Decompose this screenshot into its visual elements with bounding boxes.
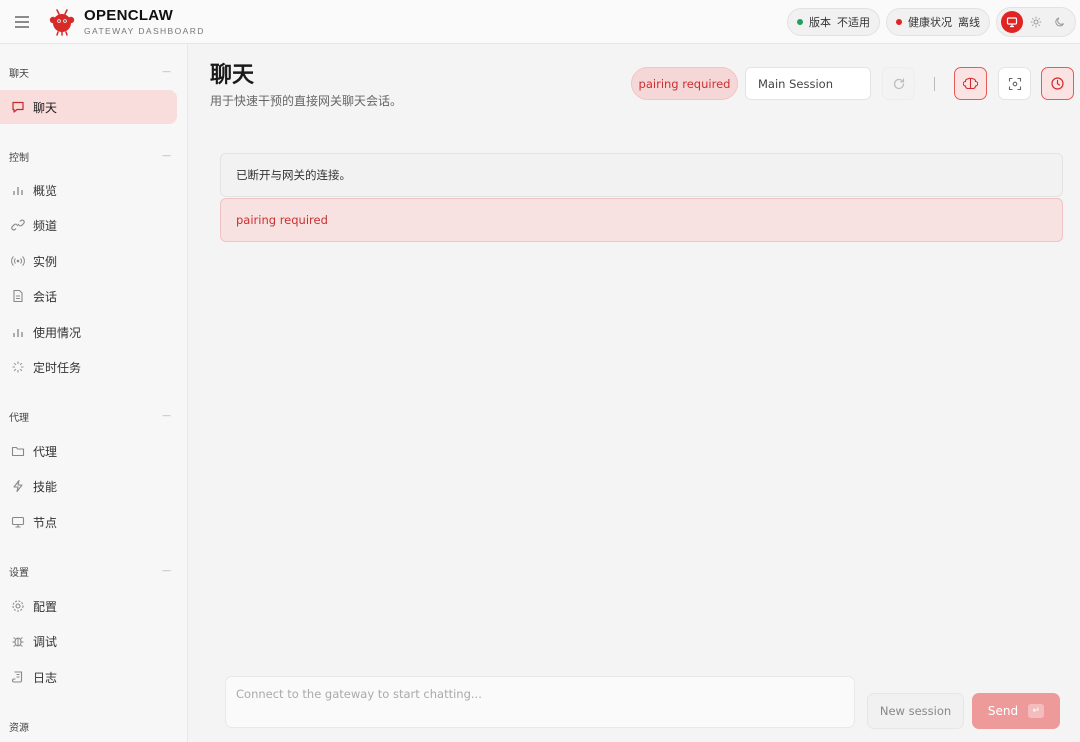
bug-icon — [10, 633, 26, 649]
sidebar: 聊天 — 聊天 控制 — 概览 频道 实例 会话 使用情况 定时任务 代理 — — [0, 44, 188, 742]
section-title: 设置 — [9, 567, 29, 579]
sidebar-section-chat[interactable]: 聊天 — — [9, 64, 171, 80]
bar-chart-icon — [10, 324, 26, 340]
health-value: 离线 — [958, 15, 980, 29]
clock-icon — [1051, 77, 1064, 90]
sidebar-item-label: 节点 — [33, 515, 58, 530]
focus-icon — [1008, 77, 1021, 90]
sidebar-item-label: 技能 — [33, 479, 58, 494]
collapse-icon: — — [162, 67, 171, 77]
new-session-button[interactable]: New session — [867, 693, 964, 729]
sidebar-item-instances[interactable]: 实例 — [0, 244, 177, 278]
version-value: 不适用 — [837, 15, 870, 29]
folder-icon — [10, 443, 26, 459]
sidebar-item-label: 使用情况 — [33, 325, 82, 340]
collapse-icon: — — [162, 411, 171, 421]
sidebar-item-usage[interactable]: 使用情况 — [0, 315, 177, 349]
version-label: 版本 — [809, 15, 831, 29]
page-subtitle: 用于快速干预的直接网关聊天会话。 — [210, 94, 403, 108]
error-message: pairing required — [220, 198, 1063, 242]
sidebar-section-resources[interactable]: 资源 — [9, 718, 171, 734]
scroll-icon — [10, 669, 26, 685]
sidebar-item-logs[interactable]: 日志 — [0, 660, 177, 694]
sidebar-item-cron[interactable]: 定时任务 — [0, 350, 177, 384]
focus-mode-button[interactable] — [998, 67, 1031, 100]
sidebar-item-nodes[interactable]: 节点 — [0, 505, 177, 539]
status-dot-error — [896, 18, 902, 25]
sidebar-item-agents[interactable]: 代理 — [0, 434, 177, 468]
message-input[interactable] — [226, 677, 854, 727]
section-title: 代理 — [9, 412, 29, 424]
collapse-icon: — — [162, 151, 171, 161]
section-title: 聊天 — [9, 68, 29, 80]
top-bar: OPENCLAW GATEWAY DASHBOARD 版本 不适用 健康状况 离… — [0, 0, 1080, 44]
hamburger-icon — [15, 15, 29, 28]
session-select[interactable]: Main Session — [745, 67, 871, 100]
chat-icon — [10, 99, 26, 115]
toolbar-divider — [934, 77, 935, 91]
monitor-icon — [10, 514, 26, 530]
theme-dark-button[interactable] — [1049, 11, 1071, 33]
sidebar-item-sessions[interactable]: 会话 — [0, 279, 177, 313]
theme-light-button[interactable] — [1025, 11, 1047, 33]
link-icon — [10, 217, 26, 233]
health-label: 健康状况 — [908, 15, 952, 29]
moon-icon — [1055, 17, 1064, 26]
sidebar-item-label: 频道 — [33, 218, 58, 233]
sidebar-section-control[interactable]: 控制 — — [9, 148, 171, 164]
menu-toggle-button[interactable] — [0, 0, 44, 44]
sun-icon — [1030, 16, 1042, 27]
sidebar-item-label: 配置 — [33, 599, 58, 614]
sidebar-section-settings[interactable]: 设置 — — [9, 563, 171, 579]
health-status-pill: 健康状况 离线 — [886, 7, 990, 36]
sidebar-item-label: 代理 — [33, 444, 58, 459]
loader-icon — [10, 359, 26, 375]
document-icon — [10, 288, 26, 304]
theme-switcher — [996, 6, 1076, 37]
lobster-logo-icon — [49, 8, 75, 36]
sidebar-item-debug[interactable]: 调试 — [0, 624, 177, 658]
monitor-icon — [1006, 16, 1018, 27]
brand-name: OPENCLAW — [84, 6, 174, 24]
sidebar-item-label: 聊天 — [33, 100, 58, 115]
sidebar-item-label: 日志 — [33, 670, 58, 685]
sidebar-section-agents[interactable]: 代理 — — [9, 408, 171, 424]
theme-system-button[interactable] — [1001, 10, 1023, 33]
disconnected-message: 已断开与网关的连接。 — [220, 153, 1063, 197]
sidebar-item-label: 定时任务 — [33, 360, 82, 375]
send-button[interactable]: Send ↵ — [972, 693, 1060, 729]
version-status-pill: 版本 不适用 — [787, 7, 880, 36]
thinking-toggle-button[interactable] — [954, 67, 987, 100]
enter-key-icon: ↵ — [1028, 704, 1045, 718]
message-composer — [225, 676, 855, 728]
sidebar-item-label: 概览 — [33, 183, 58, 198]
status-dot-ok — [797, 18, 803, 25]
sidebar-item-config[interactable]: 配置 — [0, 589, 177, 623]
bolt-icon — [10, 478, 26, 494]
sidebar-item-label: 实例 — [33, 254, 58, 269]
refresh-icon — [893, 77, 904, 89]
brand[interactable]: OPENCLAW GATEWAY DASHBOARD — [48, 8, 205, 36]
section-title: 资源 — [9, 722, 29, 734]
cron-toggle-button[interactable] — [1041, 67, 1074, 100]
gear-icon — [10, 598, 26, 614]
sidebar-item-label: 会话 — [33, 289, 58, 304]
sidebar-item-chat[interactable]: 聊天 — [0, 90, 177, 124]
page-title: 聊天 — [210, 63, 255, 88]
pairing-status-badge: pairing required — [631, 67, 738, 100]
bar-chart-icon — [10, 182, 26, 198]
refresh-button[interactable] — [882, 67, 915, 100]
sidebar-item-channels[interactable]: 频道 — [0, 208, 177, 242]
broadcast-icon — [10, 253, 26, 269]
send-label: Send — [987, 704, 1019, 718]
sidebar-item-overview[interactable]: 概览 — [0, 173, 177, 207]
sidebar-item-skills[interactable]: 技能 — [0, 469, 177, 503]
brain-icon — [963, 77, 978, 90]
collapse-icon: — — [162, 566, 171, 576]
sidebar-item-label: 调试 — [33, 634, 58, 649]
section-title: 控制 — [9, 152, 29, 164]
brand-subtitle: GATEWAY DASHBOARD — [84, 25, 205, 36]
